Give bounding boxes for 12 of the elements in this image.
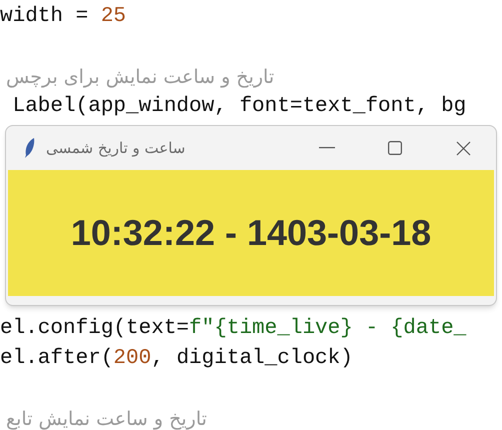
feather-icon <box>24 137 36 159</box>
clock-label: 10:32:22 - 1403-03-18 <box>8 170 494 296</box>
code-comment: تاریخ و ساعت نمایش برای برچس <box>6 65 274 90</box>
code-line: Label(app_window, font=text_font, bg <box>12 94 466 120</box>
window-title: ساعت و تاریخ شمسی <box>46 138 186 159</box>
maximize-icon <box>388 141 402 155</box>
close-icon <box>456 140 470 156</box>
code-comment: تاریخ و ساعت نمایش تابع <box>6 407 207 430</box>
code-line: el.after(200, digital_clock) <box>0 346 353 372</box>
code-line: width = 25 <box>0 4 126 30</box>
code-line: el.config(text=f"{time_live} - {date_ <box>0 316 466 342</box>
minimize-icon <box>319 147 335 149</box>
